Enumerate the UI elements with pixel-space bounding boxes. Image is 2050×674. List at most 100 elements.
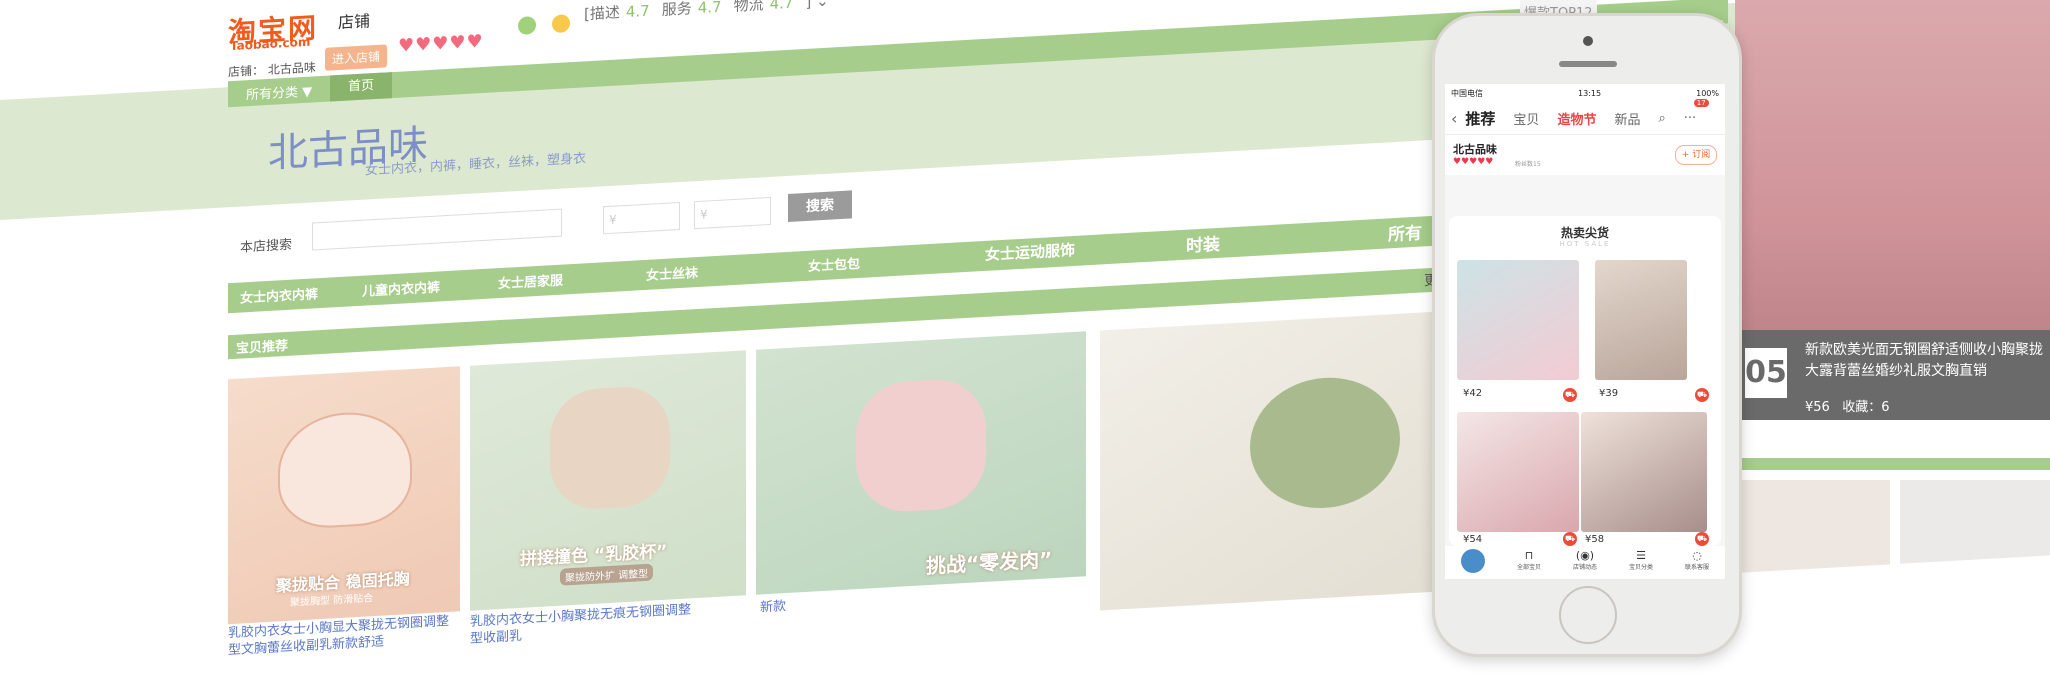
product-card[interactable] [1100, 310, 1460, 611]
product-card[interactable]: 聚拢贴合 稳固托胸 聚拢胸型 防滑贴合 乳胶内衣女士小胸显大聚拢无钢圈调整型文胸… [228, 366, 460, 658]
shop-tabs: ‹ 推荐 宝贝 造物节 新品 ⌕ ··· 17 [1445, 98, 1725, 134]
broadcast-icon: (◉) [1575, 549, 1595, 562]
nav-label: 联系客服 [1684, 564, 1709, 571]
search-label: 本店搜索 [240, 237, 293, 256]
price-max-input[interactable]: ¥ [694, 196, 771, 230]
rating-label: 描述 [589, 3, 620, 24]
hot-sale-section: 热卖尖货 HOT SALE ¥42 ⛟ ¥39 ⛟ ¥54 ⛟ ¥58 ⛟ [1449, 216, 1721, 546]
all-categories-menu[interactable]: 所有分类 ▼ [246, 81, 312, 104]
fans-count: 粉丝数15 [1515, 161, 1541, 168]
promo-image[interactable] [1735, 0, 2050, 370]
message-badge: 17 [1693, 98, 1709, 107]
category-item[interactable]: 女士包包 [808, 253, 860, 275]
tab-festival[interactable]: 造物节 [1557, 109, 1596, 128]
search-icon[interactable]: ⌕ [1658, 111, 1665, 126]
carrier-text: 中国电信 [1451, 88, 1483, 98]
hot-item-price: ¥54 [1463, 534, 1483, 545]
promo-spacer [1736, 420, 2050, 480]
more-icon[interactable]: ··· 17 [1684, 98, 1709, 126]
nav-shop-feed[interactable]: (◉) 店铺动态 [1557, 546, 1613, 579]
bag-icon: ⊓ [1524, 549, 1534, 562]
tab-recommend[interactable]: 推荐 [1465, 108, 1495, 129]
rating-label: 物流 [733, 0, 764, 15]
promo-green-strip [1736, 458, 2050, 470]
rating-label: 服务 [661, 0, 692, 20]
cart-icon[interactable]: ⛟ [1563, 532, 1577, 546]
product-tag: 挑战“零发肉” [926, 547, 1053, 579]
category-item[interactable]: 女士居家服 [498, 270, 563, 293]
camera-icon [1583, 36, 1593, 46]
product-image [856, 376, 986, 515]
nav-label: 宝贝分类 [1628, 564, 1653, 571]
promo-favorites-label: 收藏： [1842, 400, 1882, 415]
rating-value: 4.7 [625, 1, 650, 22]
hot-item-price: ¥42 [1463, 388, 1483, 399]
promo-title[interactable]: 新款欧美光面无钢圈舒适侧收小胸聚拢大露背蕾丝婚纱礼服文胸直销 [1805, 340, 2045, 382]
promo-price-row: ¥56 收藏：6 [1805, 396, 1890, 415]
product-tag-sub: 聚拢胸型 防滑贴合 [290, 593, 374, 609]
price-min-input[interactable]: ¥ [603, 201, 680, 235]
time-text: 13:15 [1578, 88, 1602, 98]
nav-label: 店铺动态 [1572, 564, 1597, 571]
hot-item-price: ¥39 [1599, 388, 1619, 399]
product-card[interactable]: 拼接撞色 “乳胶杯” 聚拢防外扩 调整型 乳胶内衣女士小胸聚拢无痕无钢圈调整型收… [470, 350, 746, 647]
speaker [1559, 61, 1617, 67]
tab-new[interactable]: 新品 [1614, 109, 1640, 128]
hot-item-price: ¥58 [1585, 534, 1605, 545]
hot-item-image[interactable] [1457, 412, 1579, 532]
bottom-nav: ⊓ 全部宝贝 (◉) 店铺动态 ☰ 宝贝分类 ◌ 联系客服 [1445, 546, 1725, 579]
nav-categories[interactable]: ☰ 宝贝分类 [1613, 546, 1669, 579]
promo-favorites-count: 6 [1881, 400, 1890, 415]
shop-name: 北古品味 [1453, 143, 1497, 156]
cart-icon[interactable]: ⛟ [1563, 388, 1577, 402]
avatar [1461, 549, 1485, 573]
chat-icon: ◌ [1692, 549, 1702, 562]
nav-home-tab[interactable]: 首页 [330, 72, 392, 102]
phone-mockup: 中国电信 13:15 100% ‹ 推荐 宝贝 造物节 新品 ⌕ ··· 17 北… [1432, 13, 1742, 657]
product-image [550, 384, 670, 512]
list-icon: ☰ [1636, 549, 1646, 562]
nav-contact[interactable]: ◌ 联系客服 [1669, 546, 1725, 579]
hot-item-image[interactable] [1457, 260, 1579, 380]
hot-item-image[interactable] [1581, 412, 1707, 532]
search-button[interactable]: 搜索 [788, 190, 852, 222]
product-caption[interactable]: 乳胶内衣女士小胸聚拢无痕无钢圈调整型收副乳 [470, 601, 700, 648]
rating-value: 4.7 [769, 0, 794, 13]
product-card[interactable]: 挑战“零发肉” 新款 [756, 331, 1086, 616]
nav-all-items[interactable]: ⊓ 全部宝贝 [1501, 546, 1557, 579]
shop-rating-hearts: ♥♥♥♥♥ [398, 30, 484, 57]
product-caption[interactable]: 新款 [760, 587, 990, 617]
phone-screen: 中国电信 13:15 100% ‹ 推荐 宝贝 造物节 新品 ⌕ ··· 17 北… [1445, 84, 1725, 579]
chevron-down-icon[interactable]: ⌄ [816, 0, 829, 10]
hot-sale-title: 热卖尖货 [1560, 226, 1609, 240]
category-item[interactable]: 所有 [1388, 218, 1422, 245]
gold-medal-icon [552, 14, 570, 34]
nav-label: 全部宝贝 [1516, 564, 1541, 571]
shop-search-input[interactable] [312, 208, 562, 251]
promo-price: ¥56 [1805, 400, 1830, 415]
shop-info-bar: 北古品味 ♥♥♥♥♥ 粉丝数15 + 订阅 [1445, 134, 1725, 175]
dsr-ratings: [描述 4.7 服务 4.7 物流 4.7] ⌄ [584, 0, 829, 24]
tab-items[interactable]: 宝贝 [1513, 109, 1539, 128]
category-item[interactable]: 时装 [1186, 230, 1220, 257]
cart-icon[interactable]: ⛟ [1695, 532, 1709, 546]
recommend-label: 宝贝推荐 [236, 338, 289, 357]
enter-shop-button[interactable]: 进入店铺 [325, 44, 388, 71]
taobao-logo-en: Taobao.com [230, 34, 311, 54]
home-button[interactable] [1559, 586, 1617, 644]
back-icon[interactable]: ‹ [1451, 109, 1457, 128]
medal-icon [518, 16, 536, 36]
shop-tab[interactable]: 店铺 [338, 7, 370, 33]
rating-value: 4.7 [697, 0, 722, 17]
cart-icon[interactable]: ⛟ [1695, 388, 1709, 402]
hot-sale-subtitle: HOT SALE [1559, 240, 1611, 248]
hot-item-image[interactable] [1595, 260, 1687, 380]
product-image [278, 408, 412, 531]
shop-hearts: ♥♥♥♥♥ [1453, 157, 1494, 167]
shop-avatar[interactable] [1445, 546, 1501, 579]
status-bar: 中国电信 13:15 100% [1445, 84, 1725, 102]
product-caption[interactable]: 乳胶内衣女士小胸显大聚拢无钢圈调整型文胸蕾丝收副乳新款舒适 [228, 612, 458, 659]
subscribe-button[interactable]: + 订阅 [1675, 145, 1717, 165]
battery-text: 100% [1696, 88, 1719, 98]
category-item[interactable]: 女士丝袜 [646, 262, 698, 284]
